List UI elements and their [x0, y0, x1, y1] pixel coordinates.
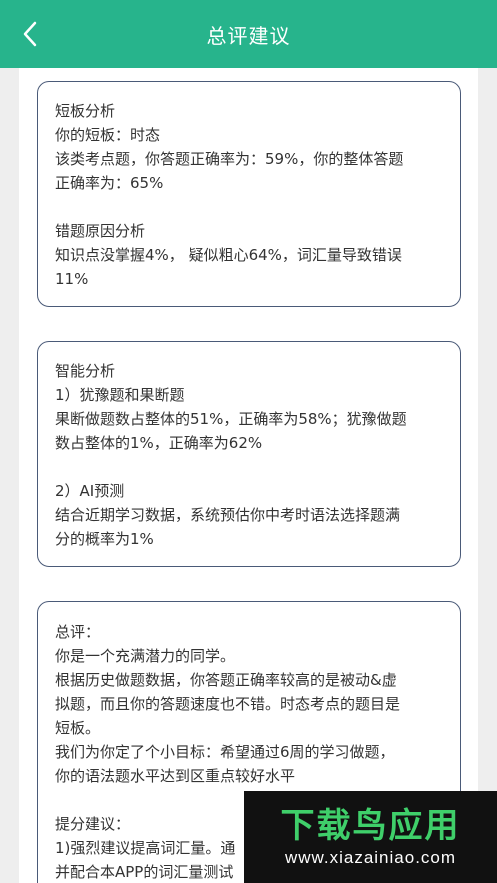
watermark-logo: 下载鸟应用 www.xiazainiao.com	[244, 791, 497, 883]
weakness-analysis-card: 短板分析 你的短板：时态 该类考点题，你答题正确率为：59%，你的整体答题 正确…	[37, 81, 461, 307]
card-text: 11%	[55, 270, 89, 288]
back-button[interactable]	[16, 20, 44, 48]
card-heading: 智能分析	[55, 362, 116, 380]
card-text: 数占整体的1%，正确率为62%	[55, 434, 263, 452]
card-heading: 短板分析	[55, 102, 116, 120]
card-text: 根据历史做题数据，你答题正确率较高的是被动&虚	[55, 671, 397, 689]
app-header: 总评建议	[0, 0, 497, 68]
card-text: 短板。	[55, 719, 101, 737]
card-text: 1）犹豫题和果断题	[55, 386, 185, 404]
watermark-url: www.xiazainiao.com	[284, 848, 457, 867]
card-text: 该类考点题，你答题正确率为：59%，你的整体答题	[55, 150, 404, 168]
page-title: 总评建议	[206, 23, 291, 48]
card-heading: 错题原因分析	[55, 222, 146, 240]
card-text: 拟题，而且你的答题速度也不错。时态考点的题目是	[55, 695, 401, 713]
smart-analysis-card: 智能分析 1）犹豫题和果断题 果断做题数占整体的51%，正确率为58%；犹豫做题…	[37, 341, 461, 567]
content-area[interactable]: 短板分析 你的短板：时态 该类考点题，你答题正确率为：59%，你的整体答题 正确…	[19, 68, 478, 883]
watermark-title: 下载鸟应用	[280, 806, 461, 846]
card-text: 知识点没掌握4%， 疑似粗心64%，词汇量导致错误	[55, 246, 402, 264]
card-text: 你是一个充满潜力的同学。	[55, 647, 236, 665]
chevron-left-icon	[23, 21, 37, 47]
card-text: 结合近期学习数据，系统预估你中考时语法选择题满	[55, 506, 401, 524]
card-text: 我们为你定了个小目标：希望通过6周的学习做题，	[55, 743, 395, 761]
card-text: 2）AI预测	[55, 482, 125, 500]
card-heading: 总评：	[55, 623, 101, 641]
card-text: 正确率为：65%	[55, 174, 164, 192]
card-text: 你的短板：时态	[55, 126, 161, 144]
card-text: 你的语法题水平达到区重点较好水平	[55, 767, 296, 785]
card-text: 分的概率为1%	[55, 530, 154, 548]
card-text: 果断做题数占整体的51%，正确率为58%；犹豫做题	[55, 410, 407, 428]
